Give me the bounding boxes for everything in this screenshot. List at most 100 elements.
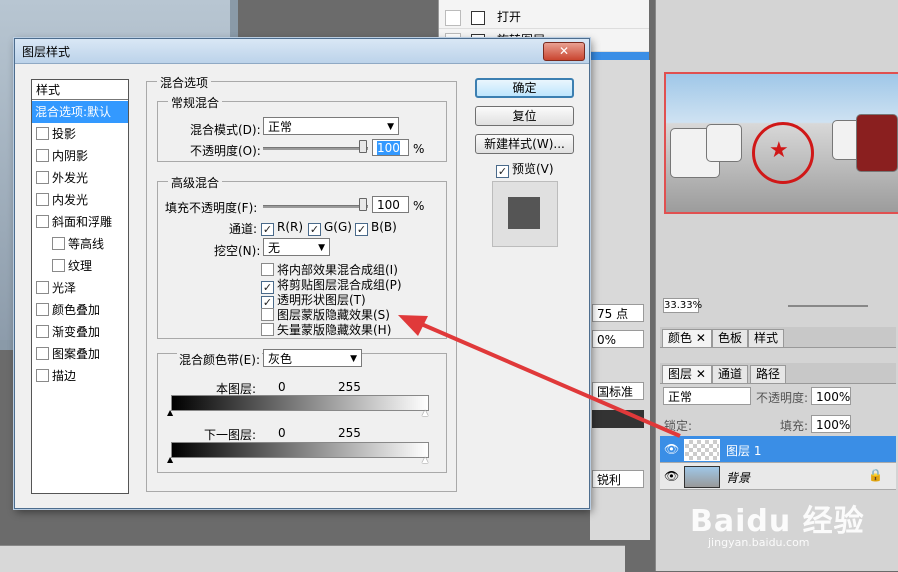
style-item-checkbox[interactable]	[36, 149, 49, 162]
knockout-select[interactable]: 无 ▼	[263, 238, 330, 256]
layer-opacity-field[interactable]: 100%	[811, 387, 851, 405]
style-item-label: 混合选项:默认	[35, 105, 112, 119]
advanced-option-checkbox[interactable]: 矢量蒙版隐藏效果(H)	[261, 321, 391, 338]
layer-name[interactable]: 背景	[726, 469, 750, 486]
style-item-checkbox[interactable]	[36, 325, 49, 338]
fill-opacity-unit: %	[413, 199, 425, 213]
tracking-field[interactable]: 0%	[592, 330, 644, 348]
style-item[interactable]: 图案叠加	[32, 343, 128, 365]
style-item-label: 渐变叠加	[52, 325, 101, 339]
blend-if-label: 混合颜色带(E):	[177, 351, 262, 368]
blend-options-legend: 混合选项	[157, 74, 212, 91]
tab-layers[interactable]: 图层 ✕	[662, 365, 712, 384]
style-item-checkbox[interactable]	[36, 171, 49, 184]
navigator-thumbnail[interactable]: ★	[664, 72, 898, 214]
style-item-label: 内阴影	[52, 149, 89, 163]
style-item-checkbox[interactable]	[36, 347, 49, 360]
style-item-checkbox[interactable]	[36, 369, 49, 382]
style-item[interactable]: 光泽	[32, 277, 128, 299]
style-item[interactable]: 外发光	[32, 167, 128, 189]
style-item-label: 斜面和浮雕	[52, 215, 113, 229]
new-style-button[interactable]: 新建样式(W)...	[475, 134, 574, 154]
history-checkbox[interactable]	[445, 10, 461, 26]
text-color-swatch[interactable]	[592, 410, 644, 428]
tab-color[interactable]: 颜色 ✕	[662, 329, 712, 348]
preview-checkbox[interactable]: 预览(V)	[496, 160, 554, 178]
layer-fill-field[interactable]: 100%	[811, 415, 851, 433]
fill-opacity-slider[interactable]	[263, 205, 368, 208]
blend-if-select[interactable]: 灰色 ▼	[263, 349, 362, 367]
blend-mode-select[interactable]: 正常 ▼	[263, 117, 399, 135]
style-item-checkbox[interactable]	[36, 193, 49, 206]
this-layer-min: 0	[278, 380, 286, 394]
antialias-field[interactable]: 锐利	[592, 470, 644, 488]
layer-blend-mode[interactable]: 正常	[663, 387, 751, 405]
color-tabstrip: 颜色 ✕ 色板 样式	[660, 327, 896, 348]
style-item-label: 光泽	[52, 281, 77, 295]
opacity-label: 不透明度(O):	[190, 144, 261, 158]
style-item-checkbox[interactable]	[36, 127, 49, 140]
close-button[interactable]: ✕	[543, 42, 585, 61]
language-field[interactable]: 国标准	[592, 382, 644, 400]
layer-opacity-label: 不透明度:	[756, 391, 809, 405]
font-size-field[interactable]: 75 点	[592, 304, 644, 322]
this-layer-black-handle[interactable]: ▲	[167, 409, 173, 417]
zoom-slider[interactable]	[788, 305, 868, 307]
fill-opacity-input[interactable]: 100	[372, 196, 409, 213]
style-item[interactable]: 纹理	[32, 255, 128, 277]
underlying-layer-label: 下一图层:	[204, 428, 257, 442]
history-item[interactable]: 打开	[439, 6, 649, 29]
underlying-layer-black-handle[interactable]: ▲	[167, 456, 173, 464]
style-item[interactable]: 描边	[32, 365, 128, 387]
tab-styles[interactable]: 样式	[748, 329, 785, 348]
this-layer-white-handle[interactable]: ▲	[422, 409, 428, 417]
tab-paths[interactable]: 路径	[750, 365, 787, 384]
style-item[interactable]: 斜面和浮雕	[32, 211, 128, 233]
underlying-layer-white-handle[interactable]: ▲	[422, 456, 428, 464]
style-item[interactable]: 混合选项:默认	[32, 101, 128, 123]
watermark-url: jingyan.baidu.com	[708, 536, 810, 549]
reset-button[interactable]: 复位	[475, 106, 574, 126]
eye-icon[interactable]: 👁	[664, 442, 679, 456]
this-layer-max: 255	[338, 380, 361, 394]
style-item-label: 等高线	[68, 237, 105, 251]
layer-row[interactable]: 👁 图层 1	[660, 436, 896, 463]
bottom-panel	[0, 545, 625, 572]
tab-channels[interactable]: 通道	[712, 365, 749, 384]
fill-opacity-label: 填充不透明度(F):	[165, 201, 258, 215]
style-list-header: 样式	[32, 80, 128, 100]
advanced-blending-legend: 高级混合	[168, 174, 223, 191]
dialog-titlebar[interactable]: 图层样式 ✕	[15, 39, 589, 64]
style-item-label: 图案叠加	[52, 347, 101, 361]
channel-b-checkbox[interactable]: B(B)	[355, 220, 397, 236]
layer-row[interactable]: 👁 背景 🔒	[660, 463, 896, 490]
channel-g-checkbox[interactable]: G(G)	[308, 220, 352, 236]
style-item-checkbox[interactable]	[52, 237, 65, 250]
style-item-checkbox[interactable]	[36, 303, 49, 316]
opacity-input[interactable]: 100	[372, 139, 409, 156]
underlying-layer-gradient	[171, 442, 429, 458]
channel-r-checkbox[interactable]: R(R)	[261, 220, 303, 236]
style-item[interactable]: 等高线	[32, 233, 128, 255]
style-item[interactable]: 投影	[32, 123, 128, 145]
layer-name[interactable]: 图层 1	[726, 442, 761, 459]
style-item-checkbox[interactable]	[36, 215, 49, 228]
opacity-slider-handle[interactable]	[359, 140, 367, 153]
style-item[interactable]: 渐变叠加	[32, 321, 128, 343]
style-preview-swatch	[508, 197, 540, 229]
style-item[interactable]: 颜色叠加	[32, 299, 128, 321]
fill-opacity-slider-handle[interactable]	[359, 198, 367, 211]
lock-label: 锁定:	[664, 419, 693, 433]
opacity-slider[interactable]	[263, 147, 368, 150]
style-item-label: 内发光	[52, 193, 89, 207]
style-item-checkbox[interactable]	[36, 281, 49, 294]
ok-button[interactable]: 确定	[475, 78, 574, 98]
chevron-down-icon: ▼	[387, 122, 394, 132]
eye-icon[interactable]: 👁	[664, 469, 679, 483]
underlying-layer-max: 255	[338, 426, 361, 440]
style-item-checkbox[interactable]	[52, 259, 65, 272]
style-item[interactable]: 内发光	[32, 189, 128, 211]
style-item[interactable]: 内阴影	[32, 145, 128, 167]
zoom-readout[interactable]: 33.33%	[663, 298, 702, 313]
tab-swatches[interactable]: 色板	[712, 329, 749, 348]
